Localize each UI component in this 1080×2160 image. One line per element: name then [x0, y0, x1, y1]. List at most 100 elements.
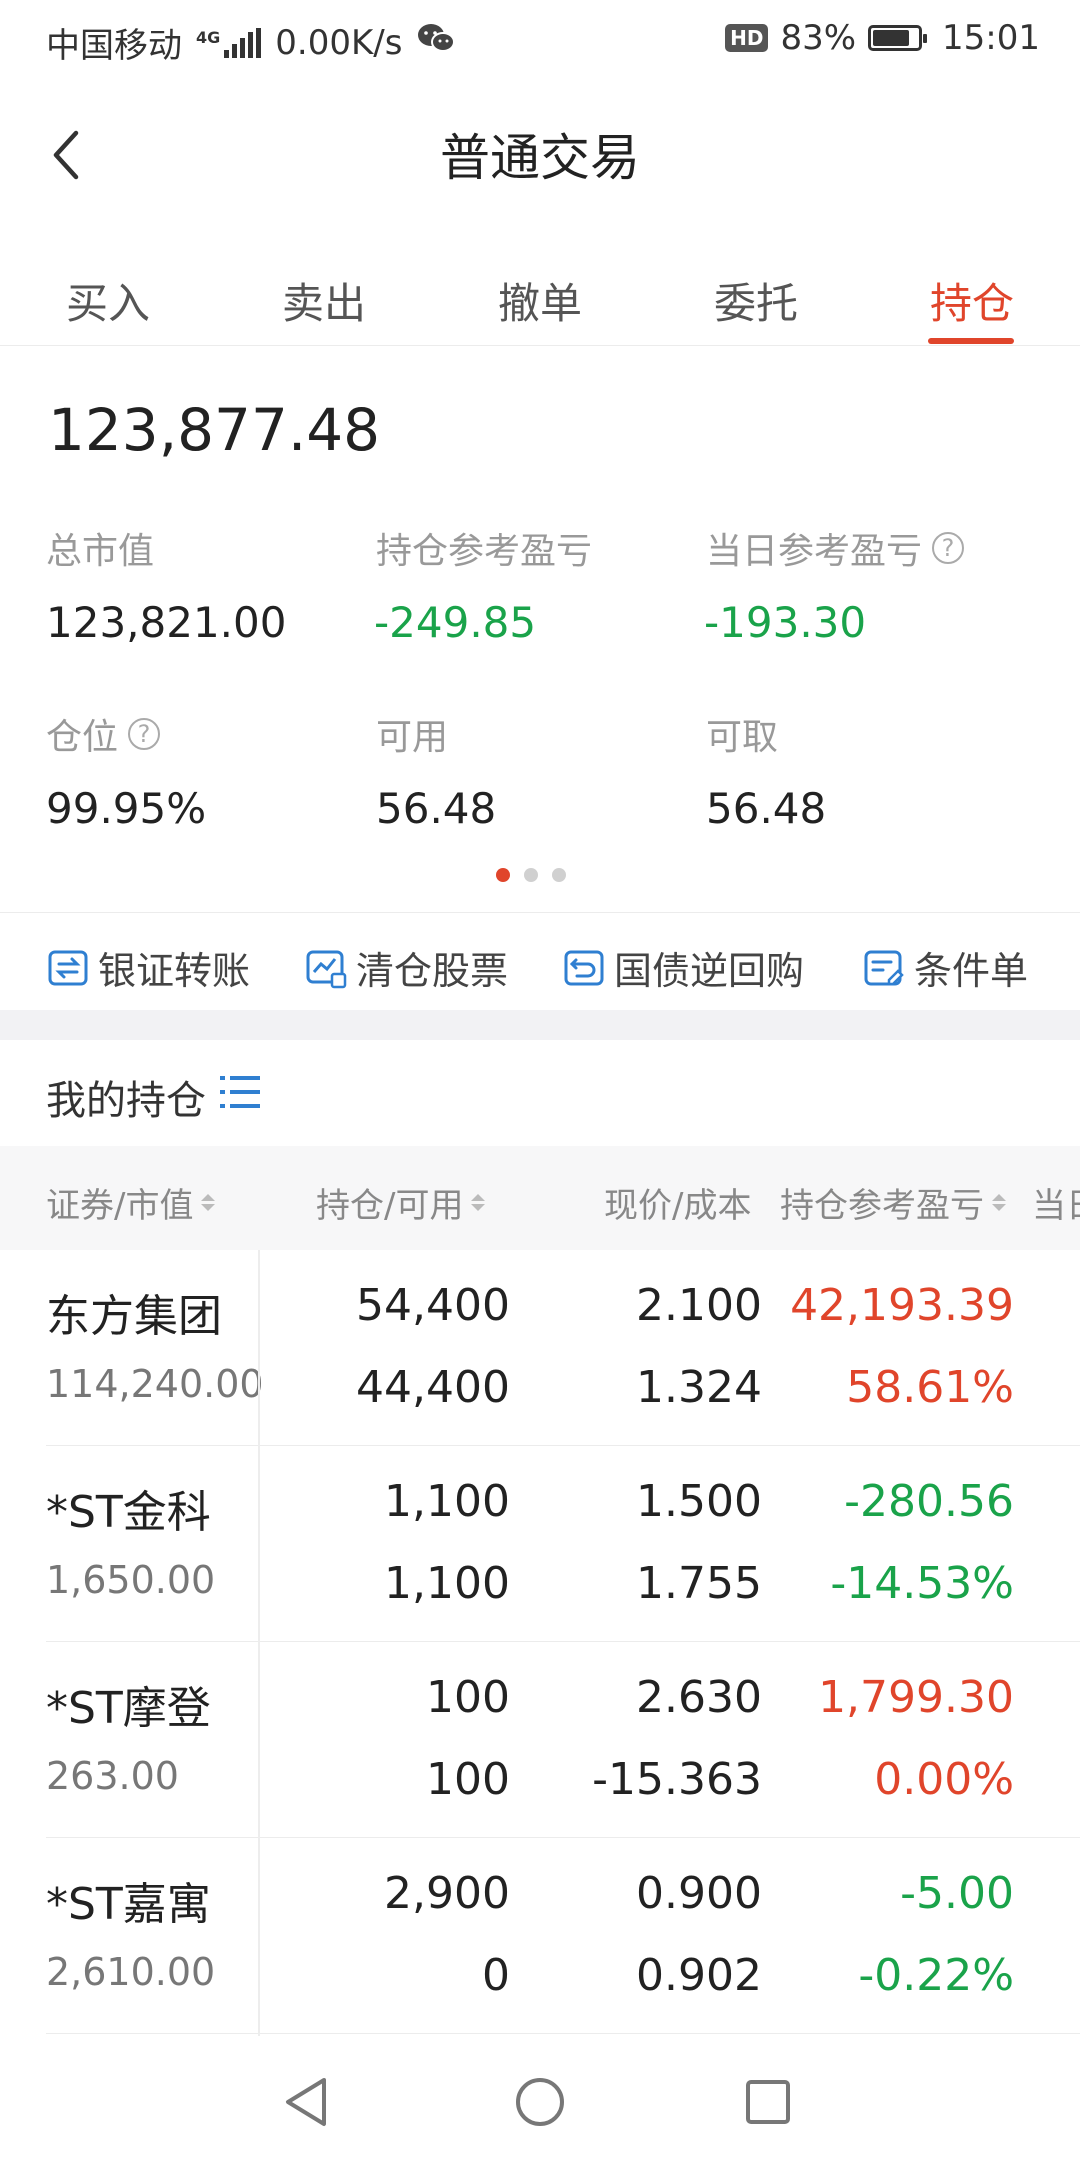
trade-tabs: 买入 卖出 撤单 委托 持仓 — [0, 255, 1080, 346]
position-pl: -5.00 — [900, 1868, 1014, 1919]
column-header-position[interactable]: 持仓/可用 — [316, 1178, 486, 1227]
position-qty: 54,400 — [356, 1280, 510, 1331]
column-header-security[interactable]: 证券/市值 — [46, 1178, 216, 1227]
position-pl-percent: 0.00% — [874, 1754, 1014, 1805]
bank-transfer-icon — [48, 950, 88, 985]
day-pl: -193.30 — [704, 598, 867, 647]
day-pl-label-wrap: 当日参考盈亏 ? — [706, 522, 965, 574]
network-type: 4G — [196, 27, 221, 47]
status-left: 中国移动 4G 0.00K/s — [46, 18, 456, 67]
conditional-order-button[interactable]: 条件单 — [862, 940, 1028, 995]
market-value: 123,821.00 — [46, 598, 287, 647]
nav-recents-icon[interactable] — [744, 2078, 792, 2130]
column-header-pl[interactable]: 持仓参考盈亏 — [780, 1178, 1006, 1227]
current-price: 1.500 — [636, 1476, 762, 1527]
holdings-title: 我的持仓 — [46, 1078, 206, 1124]
withdrawable-label: 可取 — [706, 717, 779, 758]
holdings-header: 我的持仓 — [46, 1068, 262, 1126]
row-divider — [46, 2033, 1080, 2034]
column-header-label: 现价/成本 — [604, 1186, 752, 1226]
cost-price: 1.755 — [636, 1558, 762, 1609]
page-dot — [524, 868, 538, 882]
security-name: *ST嘉寓 — [46, 1879, 211, 1930]
market-value-label: 总市值 — [46, 531, 155, 572]
position-qty: 100 — [426, 1672, 510, 1723]
page-indicator — [496, 868, 566, 882]
tab-sell[interactable]: 卖出 — [282, 270, 366, 331]
quick-action-label: 条件单 — [914, 949, 1029, 993]
table-row[interactable]: 东方集团 114,240.00 54,400 44,400 2.100 1.324 42,1… — [0, 1250, 1080, 1446]
table-row[interactable]: *ST金科 1,650.00 1,100 1,100 1.500 1.755 -280.56… — [0, 1446, 1080, 1642]
active-tab-indicator — [928, 338, 1014, 344]
signal-icon: 4G — [196, 27, 262, 58]
reverse-repo-icon — [564, 950, 604, 985]
security-name: *ST金科 — [46, 1487, 211, 1538]
sort-icon — [471, 1194, 486, 1211]
available-qty: 1,100 — [384, 1558, 510, 1609]
tab-holdings[interactable]: 持仓 — [930, 270, 1014, 331]
position-pl-percent: -0.22% — [858, 1950, 1014, 2001]
hd-icon: HD — [725, 24, 769, 52]
available-qty: 100 — [426, 1754, 510, 1805]
position-pl: 42,193.39 — [790, 1280, 1014, 1331]
available-qty: 44,400 — [356, 1362, 510, 1413]
available-label: 可用 — [376, 717, 449, 758]
position-ratio-label: 仓位 — [46, 717, 119, 758]
column-header-day[interactable]: 当日 — [1032, 1178, 1080, 1227]
tab-cancel[interactable]: 撤单 — [498, 270, 582, 331]
table-row[interactable]: *ST嘉寓 2,610.00 2,900 0 0.900 0.902 -5.00 -0.22% — [0, 1838, 1080, 2034]
position-qty: 2,900 — [384, 1868, 510, 1919]
clock: 15:01 — [942, 18, 1040, 58]
nav-back-icon[interactable] — [282, 2076, 330, 2132]
tab-orders[interactable]: 委托 — [714, 270, 798, 331]
table-header: 证券/市值 持仓/可用 现价/成本 持仓参考盈亏 当日 — [0, 1146, 1080, 1250]
wechat-icon — [416, 21, 456, 64]
available-qty: 0 — [482, 1950, 510, 2001]
divider — [0, 912, 1080, 913]
quick-action-label: 清仓股票 — [356, 949, 509, 993]
current-price: 2.100 — [636, 1280, 762, 1331]
column-header-label: 持仓参考盈亏 — [780, 1186, 984, 1226]
bank-transfer-button[interactable]: 银证转账 — [46, 940, 250, 995]
position-ratio-label-wrap: 仓位 ? — [46, 708, 161, 760]
quick-actions: 银证转账 清仓股票 国债逆回购 条件单 — [0, 918, 1080, 1008]
help-icon[interactable]: ? — [932, 532, 965, 564]
withdrawable-value: 56.48 — [706, 784, 827, 833]
position-pl: -249.85 — [374, 598, 537, 647]
list-view-icon[interactable] — [220, 1073, 262, 1121]
security-name: 东方集团 — [46, 1291, 222, 1342]
conditional-order-icon — [864, 950, 904, 985]
clear-stock-icon — [306, 950, 347, 988]
reverse-repo-button[interactable]: 国债逆回购 — [562, 940, 804, 995]
column-header-label: 持仓/可用 — [316, 1186, 464, 1226]
current-price: 0.900 — [636, 1868, 762, 1919]
position-pl-label: 持仓参考盈亏 — [376, 531, 593, 572]
nav-home-icon[interactable] — [514, 2076, 566, 2132]
sort-icon — [992, 1194, 1006, 1211]
column-header-price[interactable]: 现价/成本 — [604, 1178, 751, 1227]
status-bar: 中国移动 4G 0.00K/s HD 83% 15:01 — [0, 0, 1080, 76]
tab-buy[interactable]: 买入 — [66, 270, 150, 331]
available-value: 56.48 — [376, 784, 497, 833]
position-pl-percent: -14.53% — [830, 1558, 1014, 1609]
position-pl: 1,799.30 — [818, 1672, 1014, 1723]
market-value: 1,650.00 — [46, 1558, 216, 1602]
battery-icon — [868, 25, 928, 51]
page-dot — [496, 868, 510, 882]
quick-action-label: 银证转账 — [98, 949, 251, 993]
quick-action-label: 国债逆回购 — [614, 949, 805, 993]
table-row[interactable]: *ST摩登 263.00 100 100 2.630 -15.363 1,799.30 0.0… — [0, 1642, 1080, 1838]
cost-price: 0.902 — [636, 1950, 762, 2001]
position-qty: 1,100 — [384, 1476, 510, 1527]
battery-percent: 83% — [780, 18, 857, 58]
help-icon[interactable]: ? — [128, 718, 161, 750]
carrier-label: 中国移动 — [46, 26, 182, 66]
frozen-column-divider — [258, 1250, 260, 2036]
cost-price: -15.363 — [592, 1754, 762, 1805]
section-separator — [0, 1010, 1080, 1040]
market-value: 114,240.00 — [46, 1362, 264, 1406]
column-header-label: 当日 — [1032, 1186, 1080, 1226]
position-pl: -280.56 — [844, 1476, 1014, 1527]
system-nav-bar — [0, 2036, 1080, 2160]
clear-stock-button[interactable]: 清仓股票 — [304, 940, 508, 995]
